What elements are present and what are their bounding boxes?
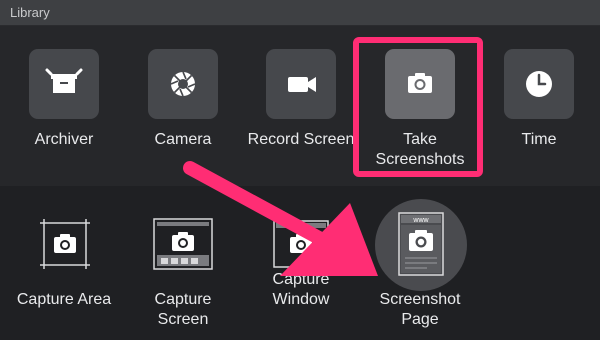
actions-row-bottom: Capture Area Capture Screen Capture Wind…	[0, 186, 600, 340]
capture-screen-action[interactable]	[148, 209, 218, 280]
selection-highlight	[353, 37, 483, 177]
screenshot-page-label: Screenshot Page	[379, 291, 461, 328]
aperture-icon	[170, 71, 196, 97]
page-url-badge: www	[412, 217, 429, 224]
window-title: Library	[10, 5, 50, 20]
camera-action[interactable]	[148, 49, 218, 119]
time-action[interactable]	[504, 49, 574, 119]
video-camera-icon	[288, 77, 316, 92]
screenshot-page-icon: www	[398, 212, 444, 276]
capture-window-icon	[273, 220, 329, 268]
capture-screen-icon	[153, 218, 213, 270]
window-titlebar: Library	[0, 0, 600, 26]
archiver-action[interactable]	[29, 49, 99, 119]
archive-box-icon	[45, 68, 83, 93]
capture-area-icon	[40, 219, 90, 269]
capture-area-action[interactable]	[30, 209, 100, 280]
record-screen-action[interactable]	[266, 49, 336, 119]
screenshot-page-action[interactable]: www	[375, 199, 467, 291]
time-label: Time	[521, 131, 557, 148]
actions-row-top: Archiver Camera Record Screen Take Scree…	[0, 26, 600, 186]
clock-icon	[526, 71, 552, 97]
